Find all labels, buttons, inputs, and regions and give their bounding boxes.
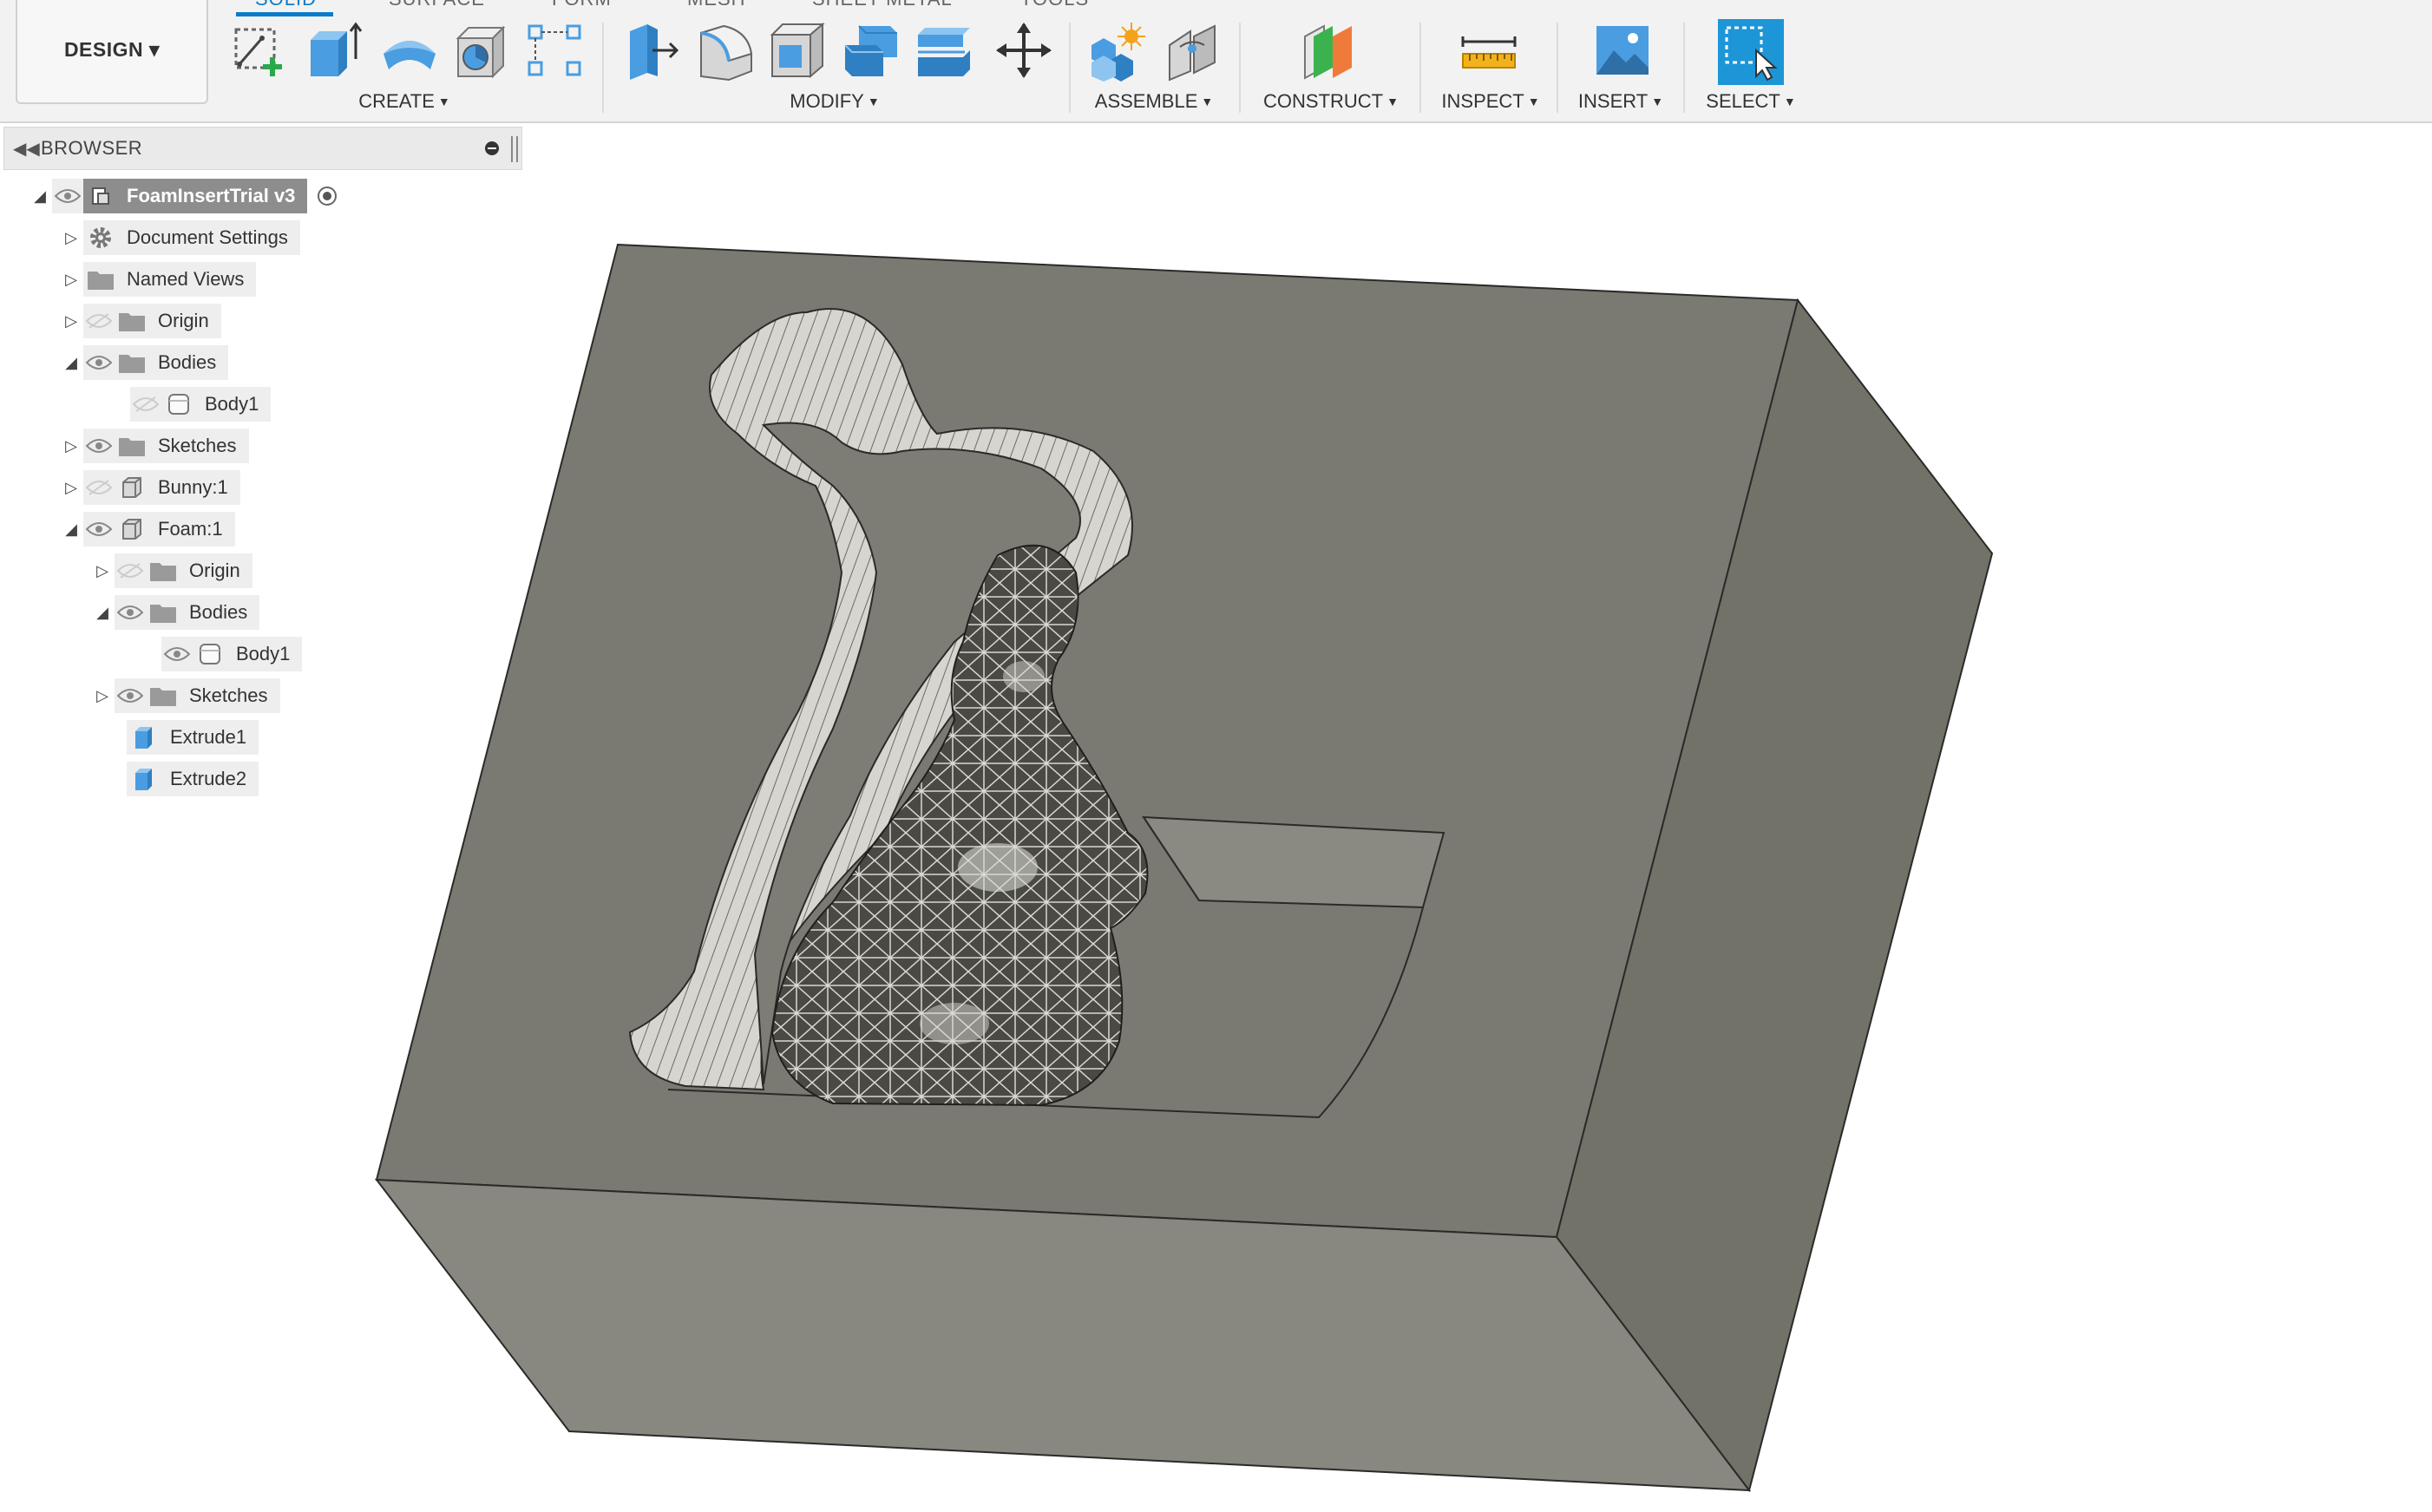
toolbar-divider <box>1683 23 1685 113</box>
offset-face-icon[interactable] <box>913 19 975 82</box>
combine-icon[interactable] <box>840 19 902 82</box>
bunny-highlight <box>1003 661 1045 692</box>
hole-icon[interactable] <box>451 19 514 82</box>
offset-plane-icon[interactable] <box>1298 19 1360 82</box>
tab-surface[interactable]: SURFACE <box>389 0 485 10</box>
measure-icon[interactable] <box>1458 19 1520 82</box>
modify-menu[interactable]: MODIFY ▼ <box>790 90 879 113</box>
bunny-highlight <box>958 843 1038 892</box>
joint-icon[interactable] <box>1161 19 1223 82</box>
assemble-menu[interactable]: ASSEMBLE ▼ <box>1095 90 1213 113</box>
fillet-icon[interactable] <box>694 19 757 82</box>
toolbar: DESIGN ▾ SOLID SURFACE FORM MESH SHEET M… <box>0 0 2432 123</box>
workspace-switcher[interactable]: DESIGN ▾ <box>16 0 208 104</box>
create-sketch-icon[interactable] <box>227 19 290 82</box>
insert-image-icon[interactable] <box>1591 19 1654 82</box>
tab-solid[interactable]: SOLID <box>255 0 317 10</box>
shell-icon[interactable] <box>767 19 829 82</box>
toolbar-divider <box>1069 23 1071 113</box>
foam-insert-model <box>374 243 1994 1493</box>
tab-tools[interactable]: TOOLS <box>1020 0 1089 10</box>
tab-form[interactable]: FORM <box>552 0 612 10</box>
move-icon[interactable] <box>993 19 1055 82</box>
tab-sheet-metal[interactable]: SHEET METAL <box>812 0 953 10</box>
create-menu[interactable]: CREATE ▼ <box>358 90 449 113</box>
pattern-icon[interactable] <box>524 19 587 82</box>
block-top-face <box>375 243 1799 1239</box>
inspect-menu[interactable]: INSPECT ▼ <box>1441 90 1539 113</box>
toolbar-divider <box>1557 23 1558 113</box>
new-component-icon[interactable] <box>1086 19 1149 82</box>
toolbar-divider <box>1239 23 1241 113</box>
revolve-icon[interactable] <box>378 19 441 82</box>
bunny-highlight <box>920 1003 989 1044</box>
construct-menu[interactable]: CONSTRUCT ▼ <box>1263 90 1399 113</box>
select-icon[interactable] <box>1718 19 1784 85</box>
toolbar-divider <box>602 23 604 113</box>
insert-menu[interactable]: INSERT ▼ <box>1578 90 1663 113</box>
toolbar-divider <box>1419 23 1421 113</box>
select-menu[interactable]: SELECT ▼ <box>1706 90 1795 113</box>
press-pull-icon[interactable] <box>621 19 684 82</box>
tab-mesh[interactable]: MESH <box>687 0 746 10</box>
3d-viewport[interactable] <box>0 121 2432 1508</box>
active-tab-indicator <box>236 12 333 16</box>
extrude-icon[interactable] <box>304 19 366 82</box>
